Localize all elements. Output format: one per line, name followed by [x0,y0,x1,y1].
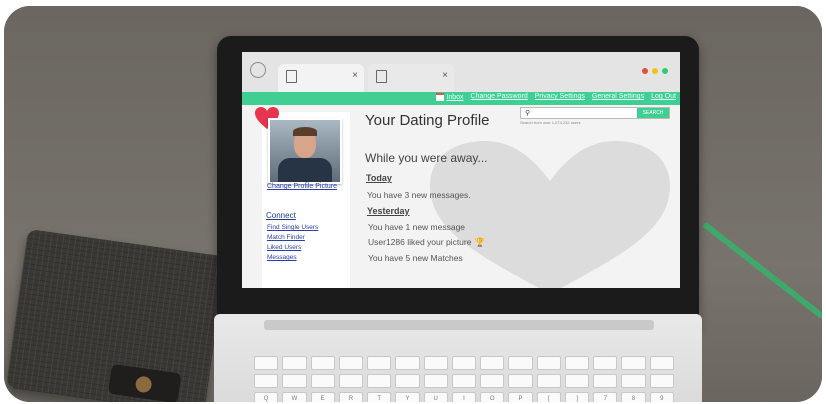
keyboard: Q W E R T Y U I O P[] 7 8 9 [254,356,674,402]
notebook [5,228,227,402]
away-heading: While you were away... [365,151,488,165]
keyboard-key: 9 [649,392,674,402]
yesterday-item-text: User1286 liked your picture [368,237,472,247]
keyboard-key [282,374,307,388]
keyboard-key [338,374,364,388]
nav-log-out[interactable]: Log Out [651,93,676,101]
page-title: Your Dating Profile [365,112,490,129]
avatar-suit [278,158,332,182]
keyboard-key [395,374,420,388]
keyboard-key [649,356,674,370]
keyboard-key [451,356,477,370]
keyboard-key [254,356,279,370]
avatar-hair [293,127,317,136]
search-note: Search from over 1,074,232 users [520,120,581,125]
keyboard-key: T [367,392,392,402]
keyboard-key: W [282,392,307,402]
yesterday-item: You have 5 new Matches [368,253,463,263]
keyboard-key: 7 [593,392,618,402]
nav-privacy-settings[interactable]: Privacy Settings [535,93,585,101]
keyboard-key: O [480,392,505,402]
keyboard-key [310,374,335,388]
trophy-icon: 🏆 [474,237,486,247]
keyboard-key [423,356,448,370]
keyboard-key [593,356,618,370]
maximize-window-icon[interactable] [662,68,668,74]
keyboard-key [282,356,307,370]
keyboard-key [593,374,618,388]
match-finder-link[interactable]: Match Finder [267,233,318,243]
nav-general-settings[interactable]: General Settings [592,93,644,101]
mail-icon [436,93,445,101]
keyboard-key [480,356,505,370]
keyboard-key [621,374,646,388]
change-profile-picture-link[interactable]: Change Profile Picture [267,183,337,190]
keyboard-key [649,374,674,388]
yesterday-heading: Yesterday [367,206,410,216]
keyboard-key [310,356,335,370]
keyboard-key: R [338,392,364,402]
keyboard-key [367,374,392,388]
nav-change-password[interactable]: Change Password [471,93,528,101]
browser-tab-1[interactable]: × [278,64,364,92]
nav-inbox[interactable]: Inbox [436,93,464,101]
site-nav-bar: Inbox Change Password Privacy Settings G… [242,92,680,105]
keyboard-key [508,374,533,388]
keyboard-key [367,356,392,370]
keyboard-key: E [310,392,335,402]
keyboard-key [451,374,477,388]
close-tab-icon[interactable]: × [352,70,358,81]
keyboard-key: I [451,392,477,402]
close-window-icon[interactable] [642,68,648,74]
search-button[interactable]: SEARCH [637,108,669,118]
laptop-hinge [264,320,654,330]
today-item: You have 3 new messages. [367,190,471,200]
liked-users-link[interactable]: Liked Users [267,243,318,253]
today-heading: Today [366,173,392,183]
yesterday-item: You have 1 new message [368,222,466,232]
profile-avatar[interactable] [268,118,342,184]
keyboard-key [480,374,505,388]
close-tab-icon[interactable]: × [442,70,448,81]
keyboard-key: U [423,392,448,402]
keyboard-key [254,374,279,388]
minimize-window-icon[interactable] [652,68,658,74]
keyboard-key: Y [395,392,420,402]
search-icon: ⚲ [525,110,531,117]
browser-tab-2[interactable]: × [368,64,454,92]
keyboard-key: 8 [621,392,646,402]
window-controls [642,68,668,74]
browser-tab-bar: × × [242,52,680,92]
search-input[interactable]: ⚲ SEARCH [520,107,670,119]
keyboard-key: Q [254,392,279,402]
messages-link[interactable]: Messages [267,253,318,263]
keyboard-key [536,374,561,388]
nav-links: Inbox Change Password Privacy Settings G… [436,93,676,101]
connect-links: Find Single Users Match Finder Liked Use… [267,223,318,263]
photo-scene: Q W E R T Y U I O P[] 7 8 9 × × Inbox Change Passwor… [4,6,822,402]
document-icon [286,70,297,83]
keyboard-key [338,356,364,370]
yesterday-item: User1286 liked your picture 🏆 [368,237,485,248]
keyboard-key: P [508,392,533,402]
keyboard-key [621,356,646,370]
keyboard-key: [ [536,392,561,402]
globe-icon[interactable] [250,62,266,78]
keyboard-key [508,356,533,370]
find-single-users-link[interactable]: Find Single Users [267,223,318,233]
connect-heading: Connect [266,211,296,220]
keyboard-key [564,356,590,370]
document-icon [376,70,387,83]
keyboard-key: ] [564,392,590,402]
keyboard-key [423,374,448,388]
keyboard-key [564,374,590,388]
keyboard-key [395,356,420,370]
keyboard-key [536,356,561,370]
